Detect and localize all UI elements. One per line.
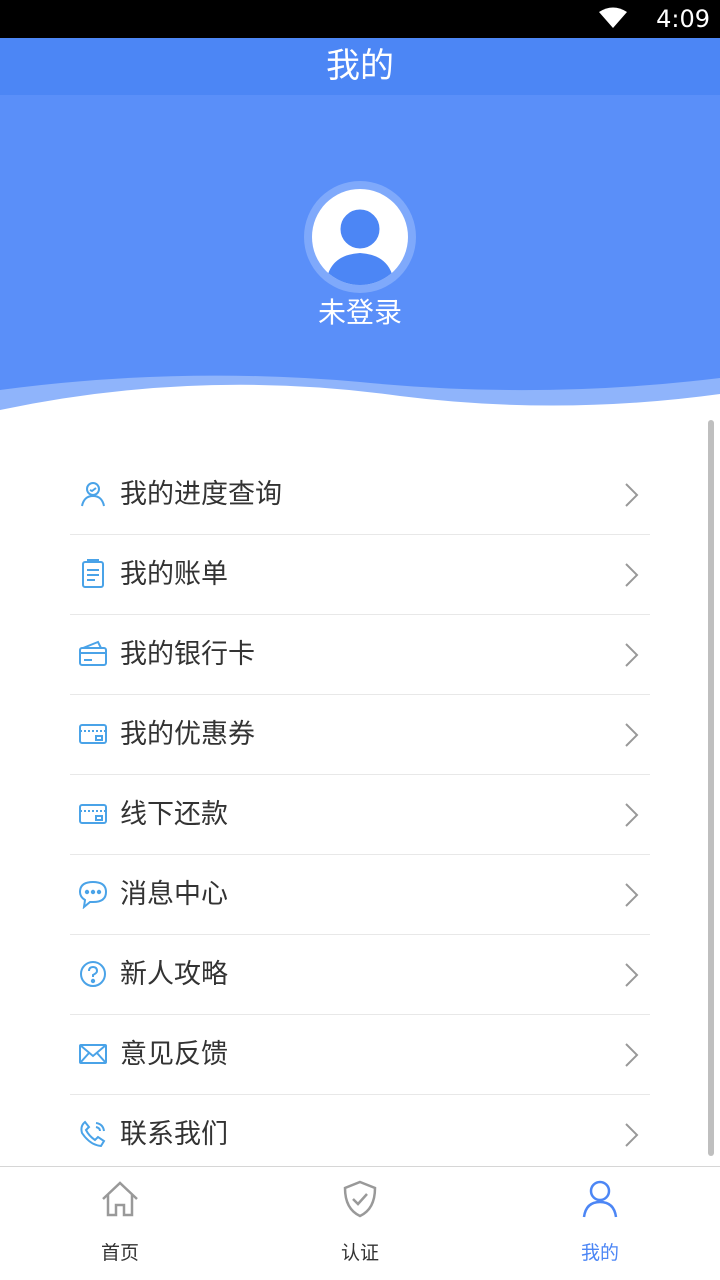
nav-label: 首页	[100, 1242, 139, 1264]
header-wave	[0, 375, 720, 414]
home-icon	[102, 1181, 138, 1217]
menu-label: 消息中心	[120, 879, 228, 910]
wifi-icon	[599, 7, 627, 28]
user-avatar-icon	[312, 189, 408, 285]
nav-item-home[interactable]: 首页	[0, 1167, 240, 1280]
menu-item-bill[interactable]: 我的账单	[70, 535, 650, 615]
bill-icon	[82, 559, 104, 588]
menu-label: 我的账单	[120, 559, 228, 590]
menu-item-messages[interactable]: 消息中心	[70, 855, 650, 935]
menu-item-progress[interactable]: 我的进度查询	[70, 455, 650, 535]
chat-icon	[78, 880, 108, 909]
chevron-right-icon	[625, 1123, 639, 1147]
title-bar: 我的	[0, 38, 720, 95]
login-status[interactable]: 未登录	[0, 294, 720, 332]
menu-item-contact[interactable]: 联系我们	[70, 1095, 650, 1175]
nav-label: 认证	[340, 1242, 379, 1264]
menu-item-coupon[interactable]: 我的优惠券	[70, 695, 650, 775]
chevron-right-icon	[625, 803, 639, 827]
shield-check-icon	[343, 1180, 377, 1218]
scrollbar[interactable]	[708, 420, 714, 1156]
bank-card-icon	[79, 640, 107, 666]
chevron-right-icon	[625, 723, 639, 747]
menu-item-feedback[interactable]: 意见反馈	[70, 1015, 650, 1095]
coupon-icon	[79, 724, 107, 744]
profile-header: 我的 未登录	[0, 38, 720, 414]
menu-item-offline-repay[interactable]: 线下还款	[70, 775, 650, 855]
menu-label: 联系我们	[120, 1119, 228, 1150]
chevron-right-icon	[625, 483, 639, 507]
menu-item-bank-card[interactable]: 我的银行卡	[70, 615, 650, 695]
avatar[interactable]	[304, 181, 416, 293]
menu-label: 意见反馈	[120, 1039, 228, 1070]
menu-label: 我的银行卡	[120, 639, 255, 670]
nav-label: 我的	[580, 1242, 619, 1264]
question-icon	[80, 961, 106, 987]
status-time: 4:09	[656, 5, 710, 33]
chevron-right-icon	[625, 643, 639, 667]
page-title: 我的	[326, 46, 394, 86]
card-icon	[79, 804, 107, 824]
chevron-right-icon	[625, 1043, 639, 1067]
mail-icon	[79, 1044, 107, 1064]
menu-label: 我的优惠券	[120, 719, 255, 750]
menu-label: 线下还款	[120, 799, 228, 830]
bottom-nav: 首页 认证 我的	[0, 1166, 720, 1280]
status-bar: 4:09	[0, 0, 720, 38]
menu-label: 我的进度查询	[120, 479, 282, 510]
menu-label: 新人攻略	[120, 959, 228, 990]
nav-item-mine[interactable]: 我的	[480, 1167, 720, 1280]
user-progress-icon	[81, 482, 105, 507]
chevron-right-icon	[625, 883, 639, 907]
phone-icon	[80, 1120, 106, 1148]
menu-list: 我的进度查询 我的账单 我的银行卡 我的优惠券 线下还款 消息中心 新人攻略 意…	[70, 455, 650, 1175]
user-icon	[582, 1180, 618, 1218]
nav-item-verify[interactable]: 认证	[240, 1167, 480, 1280]
menu-item-guide[interactable]: 新人攻略	[70, 935, 650, 1015]
chevron-right-icon	[625, 963, 639, 987]
chevron-right-icon	[625, 563, 639, 587]
